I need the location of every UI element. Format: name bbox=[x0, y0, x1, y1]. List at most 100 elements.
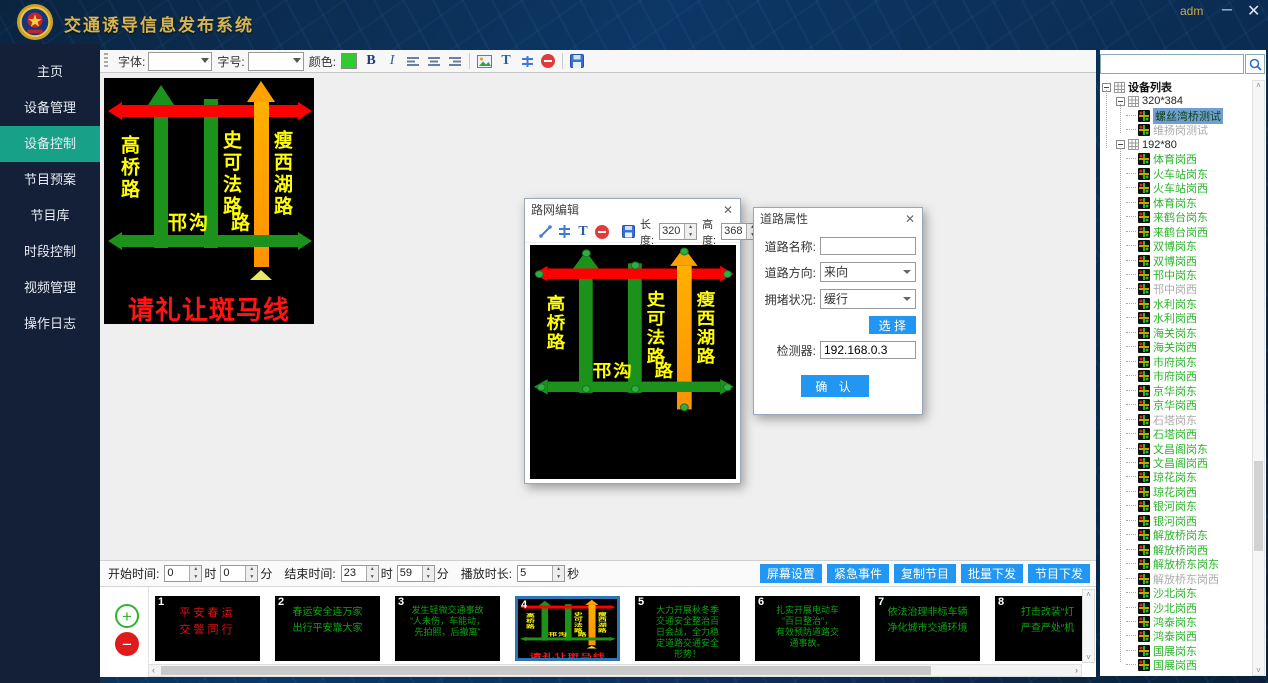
scrollbar-thumb[interactable] bbox=[1254, 461, 1263, 551]
add-program-button[interactable]: + bbox=[115, 604, 139, 628]
tree-item-琼花岗西[interactable]: 琼花岗西 bbox=[1126, 485, 1197, 499]
search-button[interactable] bbox=[1245, 54, 1265, 74]
sidebar-item-时段控制[interactable]: 时段控制 bbox=[0, 234, 100, 270]
tree-item-水利岗西[interactable]: 水利岗西 bbox=[1126, 311, 1197, 325]
control-point[interactable] bbox=[630, 385, 639, 393]
tree-item-火车站岗西[interactable]: 火车站岗西 bbox=[1126, 181, 1208, 195]
tree-item-192*80[interactable]: 192*80 bbox=[1116, 138, 1177, 152]
dialog-titlebar[interactable]: 路网编辑 ✕ bbox=[525, 199, 740, 221]
sidebar-item-设备管理[interactable]: 设备管理 bbox=[0, 90, 100, 126]
spinner-arrows[interactable]: ▲▼ bbox=[684, 224, 696, 239]
thumbnail-1[interactable]: 1平安春运交警同行 bbox=[155, 596, 260, 661]
tree-item-邗中岗西[interactable]: 邗中岗西 bbox=[1126, 282, 1197, 296]
tree-item-维扬岗测试[interactable]: 维扬岗测试 bbox=[1126, 123, 1208, 137]
tree-item-邗中岗东[interactable]: 邗中岗东 bbox=[1126, 268, 1197, 282]
end-minute-spinner[interactable]: 59▲▼ bbox=[397, 565, 435, 582]
tree-item-火车站岗东[interactable]: 火车站岗东 bbox=[1126, 167, 1208, 181]
tree-item-320*384[interactable]: 320*384 bbox=[1116, 94, 1183, 108]
start-hour-spinner[interactable]: 0▲▼ bbox=[164, 565, 202, 582]
tree-item-解放桥东岗东[interactable]: 解放桥东岗东 bbox=[1126, 557, 1219, 571]
tree-item-市府岗东[interactable]: 市府岗东 bbox=[1126, 355, 1197, 369]
device-search-input[interactable] bbox=[1100, 54, 1244, 74]
align-left-button[interactable] bbox=[406, 53, 420, 69]
end-hour-spinner[interactable]: 23▲▼ bbox=[341, 565, 379, 582]
thumbnail-4[interactable]: 4高桥路史可法路瘦西湖路邗沟路请礼让斑马线 bbox=[515, 596, 620, 661]
road-direction-select[interactable]: 来向 bbox=[820, 262, 916, 282]
thumbnail-7[interactable]: 7依法治理非标车辆净化城市交通环境 bbox=[875, 596, 980, 661]
save-button[interactable] bbox=[570, 53, 584, 69]
tree-item-文昌阁岗东[interactable]: 文昌阁岗东 bbox=[1126, 442, 1208, 456]
tree-item-沙北岗西[interactable]: 沙北岗西 bbox=[1126, 601, 1197, 615]
tree-item-石塔岗西[interactable]: 石塔岗西 bbox=[1126, 427, 1197, 441]
tree-item-解放桥岗西[interactable]: 解放桥岗西 bbox=[1126, 543, 1208, 557]
tree-item-银河岗东[interactable]: 银河岗东 bbox=[1126, 499, 1197, 513]
tree-item-市府岗西[interactable]: 市府岗西 bbox=[1126, 369, 1197, 383]
tree-item-解放桥东岗西[interactable]: 解放桥东岗西 bbox=[1126, 572, 1219, 586]
tree-item-水利岗东[interactable]: 水利岗东 bbox=[1126, 297, 1197, 311]
remove-program-button[interactable]: − bbox=[115, 632, 139, 656]
minimize-icon[interactable]: ─ bbox=[1222, 1, 1232, 17]
action-button-复制节目[interactable]: 复制节目 bbox=[894, 564, 956, 583]
control-point[interactable] bbox=[581, 385, 590, 393]
tree-item-鸿泰岗西[interactable]: 鸿泰岗西 bbox=[1126, 629, 1197, 643]
control-point[interactable] bbox=[534, 270, 543, 278]
scroll-left-icon[interactable]: ‹ bbox=[152, 665, 155, 676]
thumbnail-6[interactable]: 6扎实开展电动车“百日整治”，有效预防道路交通事故。 bbox=[755, 596, 860, 661]
control-point[interactable] bbox=[536, 383, 545, 391]
tree-item-螺丝湾桥测试[interactable]: 螺丝湾桥测试 bbox=[1126, 109, 1223, 123]
control-point[interactable] bbox=[630, 262, 639, 270]
italic-button[interactable]: I bbox=[385, 53, 399, 69]
thumbnail-2[interactable]: 2春运安全连万家出行平安靠大家 bbox=[275, 596, 380, 661]
tree-scrollbar[interactable]: ˄ ˅ bbox=[1252, 80, 1265, 676]
tree-item-来鹤台岗西[interactable]: 来鹤台岗西 bbox=[1126, 225, 1208, 239]
road-network-icon[interactable] bbox=[520, 53, 534, 69]
tree-item-海关岗东[interactable]: 海关岗东 bbox=[1126, 326, 1197, 340]
scroll-up-icon[interactable]: ˄ bbox=[1083, 590, 1094, 599]
road-cross-icon[interactable] bbox=[557, 224, 571, 240]
sidebar-item-主页[interactable]: 主页 bbox=[0, 54, 100, 90]
tree-item-京华岗西[interactable]: 京华岗西 bbox=[1126, 398, 1197, 412]
confirm-button[interactable]: 确 认 bbox=[801, 375, 868, 397]
tree-item-鸿泰岗东[interactable]: 鸿泰岗东 bbox=[1126, 615, 1197, 629]
control-point[interactable] bbox=[723, 383, 732, 391]
thumbnail-5[interactable]: 5大力开展秋冬季交通安全整治百日会战，全力稳定道路交通安全形势！ bbox=[635, 596, 740, 661]
congestion-select[interactable]: 缓行 bbox=[820, 289, 916, 309]
tree-item-设备列表[interactable]: 设备列表 bbox=[1102, 80, 1172, 94]
tree-item-双博岗东[interactable]: 双博岗东 bbox=[1126, 239, 1197, 253]
start-minute-spinner[interactable]: 0▲▼ bbox=[220, 565, 258, 582]
tree-item-双博岗西[interactable]: 双博岗西 bbox=[1126, 254, 1197, 268]
sidebar-item-视频管理[interactable]: 视频管理 bbox=[0, 270, 100, 306]
control-point[interactable] bbox=[723, 270, 732, 278]
action-button-节目下发[interactable]: 节目下发 bbox=[1028, 564, 1090, 583]
road-editor-canvas[interactable]: 高桥路史可法路瘦西湖路邗沟路 bbox=[530, 245, 736, 479]
text-tool-button[interactable]: T bbox=[576, 224, 590, 240]
tree-item-京华岗东[interactable]: 京华岗东 bbox=[1126, 384, 1197, 398]
sidebar-item-设备控制[interactable]: 设备控制 bbox=[0, 126, 100, 162]
tree-item-琼花岗东[interactable]: 琼花岗东 bbox=[1126, 470, 1197, 484]
road-name-field[interactable] bbox=[820, 237, 916, 255]
length-spinner[interactable]: 320 ▲▼ bbox=[659, 223, 697, 240]
duration-spinner[interactable]: 5▲▼ bbox=[517, 565, 565, 582]
scroll-down-icon[interactable]: ˅ bbox=[1253, 666, 1264, 675]
traffic-sign-preview[interactable]: 高桥路史可法路瘦西湖路邗沟路请礼让斑马线 bbox=[104, 78, 314, 324]
align-center-button[interactable] bbox=[427, 53, 441, 69]
scroll-down-icon[interactable]: ˅ bbox=[1083, 653, 1094, 662]
thumbnail-8[interactable]: 8打击改装“灯严查严处“机 bbox=[995, 596, 1083, 661]
thumbnail-vertical-scrollbar[interactable]: ˄ ˅ bbox=[1082, 589, 1095, 663]
font-select[interactable] bbox=[148, 52, 212, 71]
tree-item-体育岗东[interactable]: 体育岗东 bbox=[1126, 196, 1197, 210]
control-point[interactable] bbox=[581, 249, 590, 257]
align-right-button[interactable] bbox=[448, 53, 462, 69]
sidebar-item-节目预案[interactable]: 节目预案 bbox=[0, 162, 100, 198]
scrollbar-thumb[interactable] bbox=[161, 666, 931, 675]
dialog-titlebar[interactable]: 道路属性 ✕ bbox=[754, 208, 922, 230]
thumbnail-3[interactable]: 3发生轻微交通事故“人未伤，车能动，先拍照，后撤离” bbox=[395, 596, 500, 661]
close-icon[interactable]: ✕ bbox=[905, 208, 915, 230]
thumbnail-horizontal-scrollbar[interactable]: ‹ › bbox=[148, 664, 1082, 677]
delete-button[interactable] bbox=[595, 224, 609, 240]
tree-item-石塔岗东[interactable]: 石塔岗东 bbox=[1126, 413, 1197, 427]
editor-canvas[interactable]: 高桥路史可法路瘦西湖路邗沟路请礼让斑马线 路网编辑 ✕ T bbox=[100, 73, 1096, 560]
scroll-right-icon[interactable]: › bbox=[1075, 665, 1078, 676]
sidebar-item-节目库[interactable]: 节目库 bbox=[0, 198, 100, 234]
font-size-select[interactable] bbox=[248, 52, 304, 71]
